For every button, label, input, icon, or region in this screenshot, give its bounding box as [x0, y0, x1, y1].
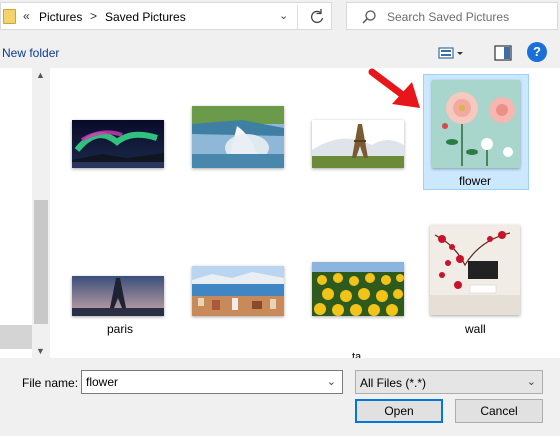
sunflowers-thumbnail	[312, 262, 404, 316]
address-dropdown-icon[interactable]: ⌄	[279, 9, 288, 22]
file-name-field[interactable]: ⌄	[81, 370, 343, 394]
navigation-pane[interactable]	[0, 68, 32, 358]
waterfall-thumbnail	[192, 106, 284, 168]
file-type-value: All Files (*.*)	[360, 376, 427, 390]
file-name-dropdown-icon[interactable]: ⌄	[327, 375, 336, 388]
new-folder-button[interactable]: New folder	[2, 46, 59, 60]
refresh-icon[interactable]	[306, 6, 328, 28]
file-open-dialog: « Pictures > Saved Pictures ⌄ Search Sav…	[0, 0, 560, 436]
search-icon	[362, 10, 376, 24]
scroll-down-icon[interactable]: ▼	[36, 346, 45, 356]
wall-thumbnail	[430, 225, 520, 315]
file-list[interactable]: flower paris wall ta	[50, 68, 560, 358]
history-chevron[interactable]: «	[23, 9, 30, 23]
toolbar: New folder ?	[0, 38, 560, 68]
preview-pane-icon[interactable]	[494, 45, 512, 61]
address-bar[interactable]: « Pictures > Saved Pictures ⌄	[0, 2, 332, 30]
breadcrumb-separator: >	[90, 9, 98, 23]
search-box[interactable]: Search Saved Pictures	[346, 2, 558, 30]
city-thumbnail	[192, 266, 284, 316]
flower-thumbnail	[432, 80, 520, 168]
open-button[interactable]: Open	[355, 399, 443, 423]
breadcrumb-saved-pictures[interactable]: Saved Pictures	[105, 10, 186, 24]
view-options-icon[interactable]	[437, 45, 465, 61]
file-name-input[interactable]	[86, 374, 316, 390]
vertical-scrollbar[interactable]: ▲ ▼	[33, 68, 49, 358]
navigation-selected-item[interactable]	[0, 325, 32, 349]
breadcrumb-pictures[interactable]: Pictures	[39, 10, 82, 24]
partial-file-label: ta	[352, 351, 362, 358]
scroll-up-icon[interactable]: ▲	[36, 70, 45, 80]
file-label: flower	[459, 174, 492, 188]
paris-thumbnail	[72, 276, 164, 316]
file-type-dropdown-icon[interactable]: ⌄	[527, 375, 536, 388]
help-icon[interactable]: ?	[527, 42, 547, 62]
aurora-thumbnail	[72, 120, 164, 168]
address-divider	[297, 5, 298, 29]
eiffel-sky-thumbnail	[312, 120, 404, 168]
file-label: wall	[465, 322, 486, 336]
annotation-arrow-icon	[368, 68, 420, 108]
file-type-select[interactable]: All Files (*.*) ⌄	[355, 370, 543, 394]
cancel-button[interactable]: Cancel	[455, 399, 543, 423]
file-name-label: File name:	[22, 376, 79, 390]
file-label: paris	[107, 322, 134, 336]
search-placeholder: Search Saved Pictures	[387, 10, 510, 24]
folder-icon	[3, 9, 16, 24]
scrollbar-thumb[interactable]	[34, 200, 48, 324]
